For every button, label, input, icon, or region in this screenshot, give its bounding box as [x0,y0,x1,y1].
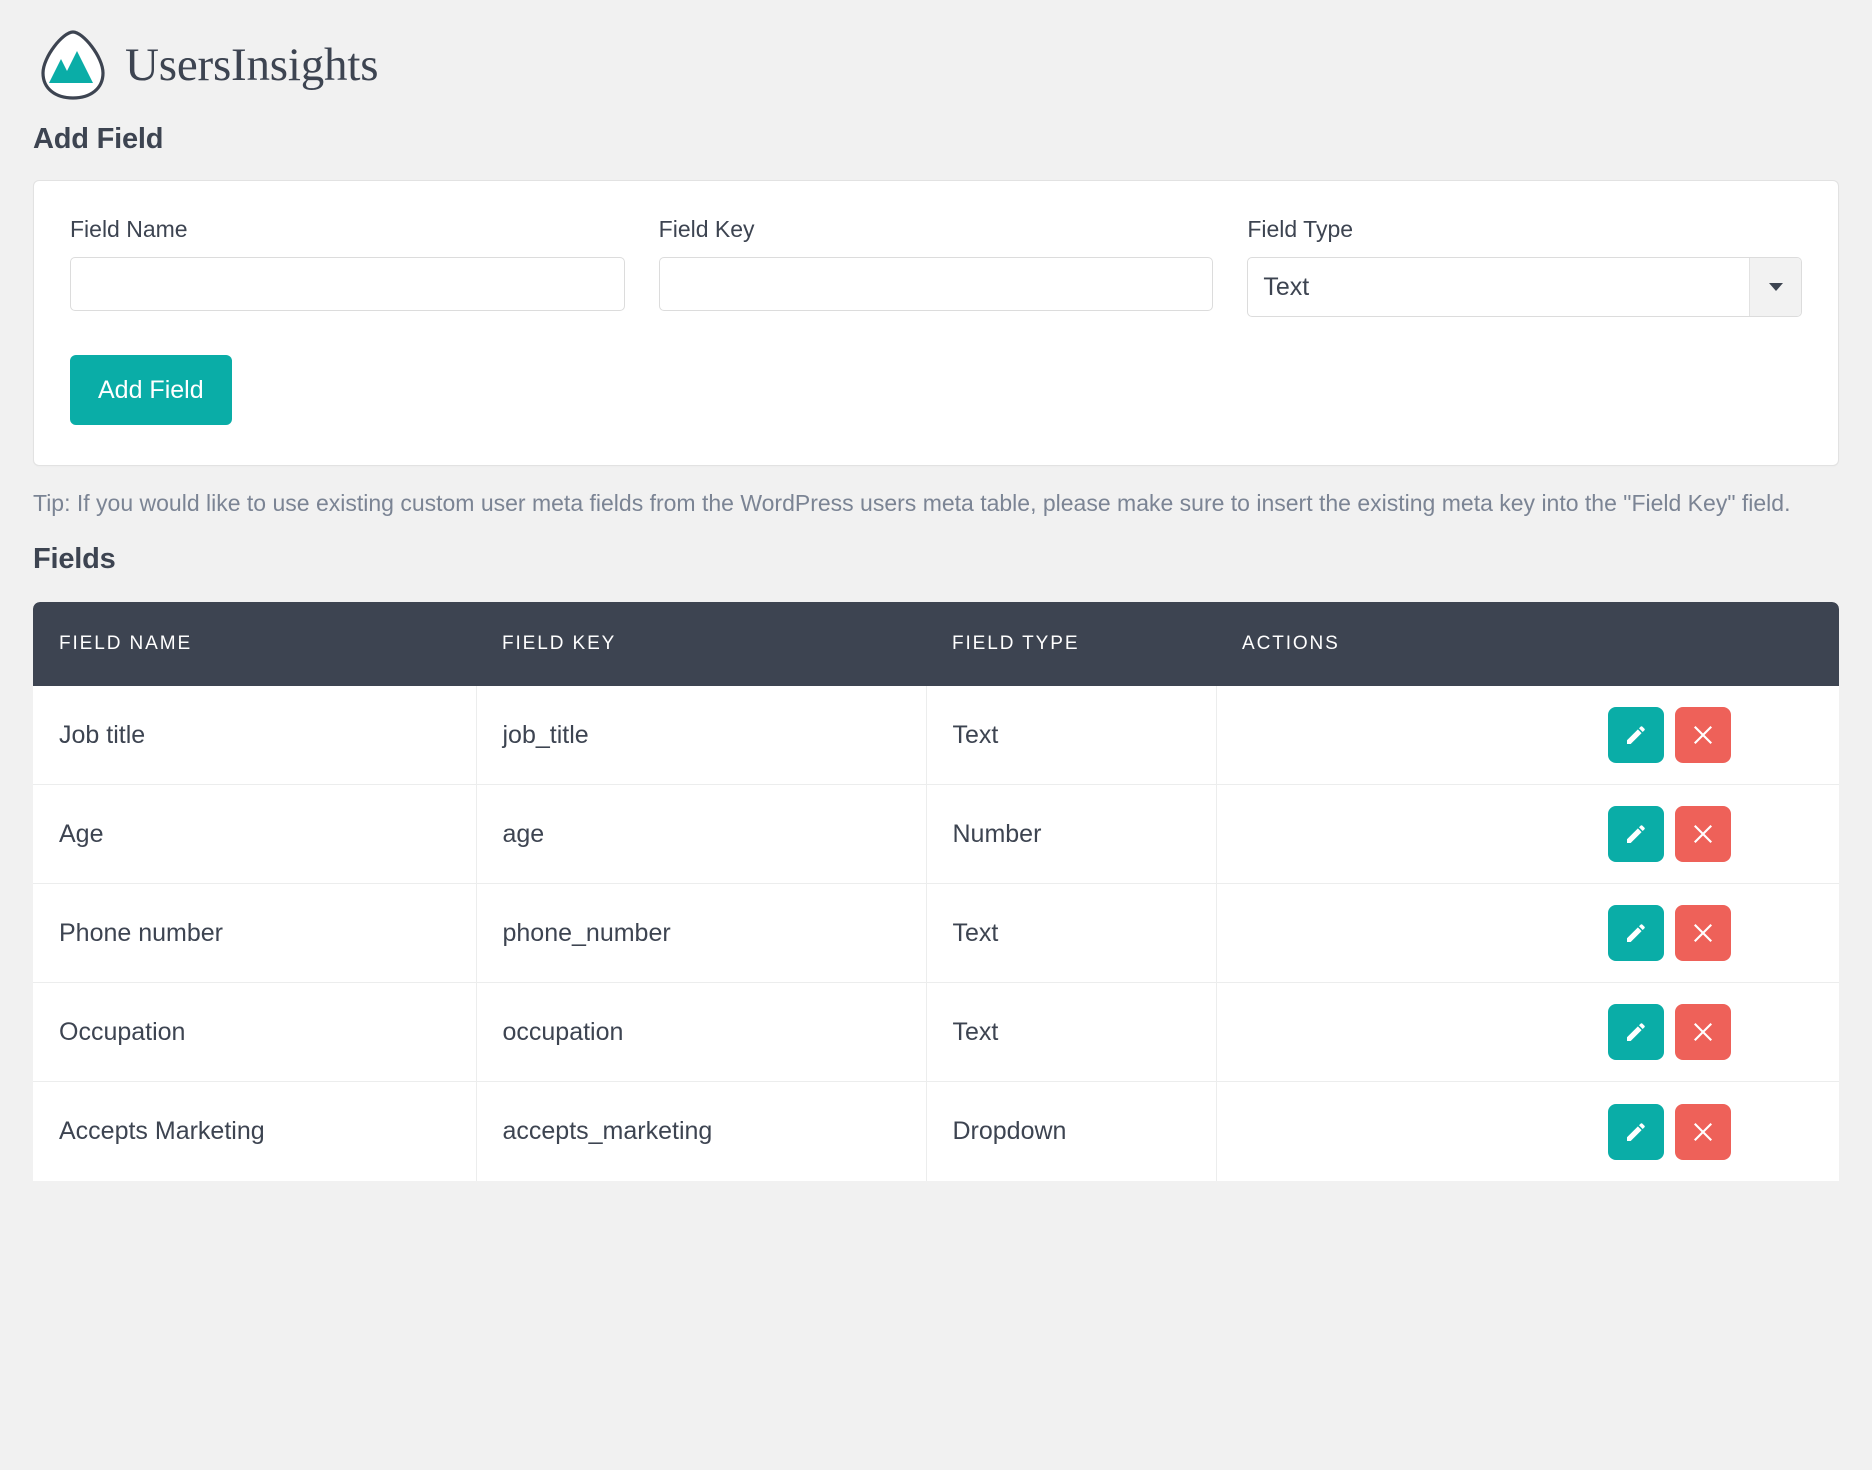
edit-field-button[interactable] [1608,707,1664,763]
close-x-icon [1692,1121,1714,1143]
cell-field-key: job_title [476,686,926,785]
cell-field-type: Dropdown [926,1082,1216,1181]
column-header-field-name: FIELD NAME [33,602,476,686]
field-key-input[interactable] [659,257,1214,311]
delete-field-button[interactable] [1675,707,1731,763]
column-header-field-key: FIELD KEY [476,602,926,686]
cell-field-type: Number [926,785,1216,884]
field-key-group: Field Key [659,217,1214,317]
close-x-icon [1692,724,1714,746]
field-name-group: Field Name [70,217,625,317]
table-row: Accepts Marketing accepts_marketing Drop… [33,1082,1839,1181]
pencil-icon [1624,723,1648,747]
cell-field-type: Text [926,884,1216,983]
table-row: Phone number phone_number Text [33,884,1839,983]
cell-actions [1216,983,1839,1082]
field-type-selected-value: Text [1248,275,1749,300]
row-action-buttons [1217,707,1840,763]
field-type-label: Field Type [1247,217,1802,242]
table-header-row: FIELD NAME FIELD KEY FIELD TYPE ACTIONS [33,602,1839,686]
edit-field-button[interactable] [1608,806,1664,862]
column-header-field-type: FIELD TYPE [926,602,1216,686]
pencil-icon [1624,1120,1648,1144]
usersinsights-logo-icon [35,27,111,103]
fields-table-head: FIELD NAME FIELD KEY FIELD TYPE ACTIONS [33,602,1839,686]
close-x-icon [1692,823,1714,845]
row-action-buttons [1217,1104,1840,1160]
field-name-label: Field Name [70,217,625,242]
cell-actions [1216,686,1839,785]
fields-table-body: Job title job_title Text [33,686,1839,1181]
cell-actions [1216,785,1839,884]
field-type-select[interactable]: Text [1247,257,1802,317]
cell-field-name: Age [33,785,476,884]
add-field-heading: Add Field [33,123,1839,156]
cell-field-key: phone_number [476,884,926,983]
row-action-buttons [1217,1004,1840,1060]
field-key-label: Field Key [659,217,1214,242]
add-field-form-row: Field Name Field Key Field Type Text [70,217,1802,317]
edit-field-button[interactable] [1608,905,1664,961]
delete-field-button[interactable] [1675,1004,1731,1060]
brand-name: UsersInsights [125,42,378,89]
edit-field-button[interactable] [1608,1004,1664,1060]
close-x-icon [1692,922,1714,944]
cell-field-name: Phone number [33,884,476,983]
row-action-buttons [1217,806,1840,862]
table-row: Occupation occupation Text [33,983,1839,1082]
chevron-down-icon[interactable] [1749,258,1801,316]
fields-table: FIELD NAME FIELD KEY FIELD TYPE ACTIONS … [33,602,1839,1181]
field-name-input[interactable] [70,257,625,311]
add-field-submit-button[interactable]: Add Field [70,355,232,425]
pencil-icon [1624,1020,1648,1044]
add-field-card: Field Name Field Key Field Type Text [33,180,1839,466]
table-row: Job title job_title Text [33,686,1839,785]
pencil-icon [1624,921,1648,945]
cell-field-name: Occupation [33,983,476,1082]
table-row: Age age Number [33,785,1839,884]
fields-table-container: FIELD NAME FIELD KEY FIELD TYPE ACTIONS … [33,602,1839,1181]
cell-field-key: age [476,785,926,884]
cell-actions [1216,1082,1839,1181]
delete-field-button[interactable] [1675,1104,1731,1160]
plugin-settings-page: UsersInsights Add Field Field Name Field… [0,0,1872,1470]
cell-field-name: Job title [33,686,476,785]
delete-field-button[interactable] [1675,905,1731,961]
cell-field-key: accepts_marketing [476,1082,926,1181]
fields-heading: Fields [33,543,1839,576]
close-x-icon [1692,1021,1714,1043]
edit-field-button[interactable] [1608,1104,1664,1160]
brand-header: UsersInsights [33,0,1839,104]
cell-field-type: Text [926,983,1216,1082]
row-action-buttons [1217,905,1840,961]
delete-field-button[interactable] [1675,806,1731,862]
field-type-group: Field Type Text [1247,217,1802,317]
cell-actions [1216,884,1839,983]
column-header-actions: ACTIONS [1216,602,1839,686]
cell-field-type: Text [926,686,1216,785]
cell-field-name: Accepts Marketing [33,1082,476,1181]
cell-field-key: occupation [476,983,926,1082]
pencil-icon [1624,822,1648,846]
tip-text: Tip: If you would like to use existing c… [33,487,1823,520]
